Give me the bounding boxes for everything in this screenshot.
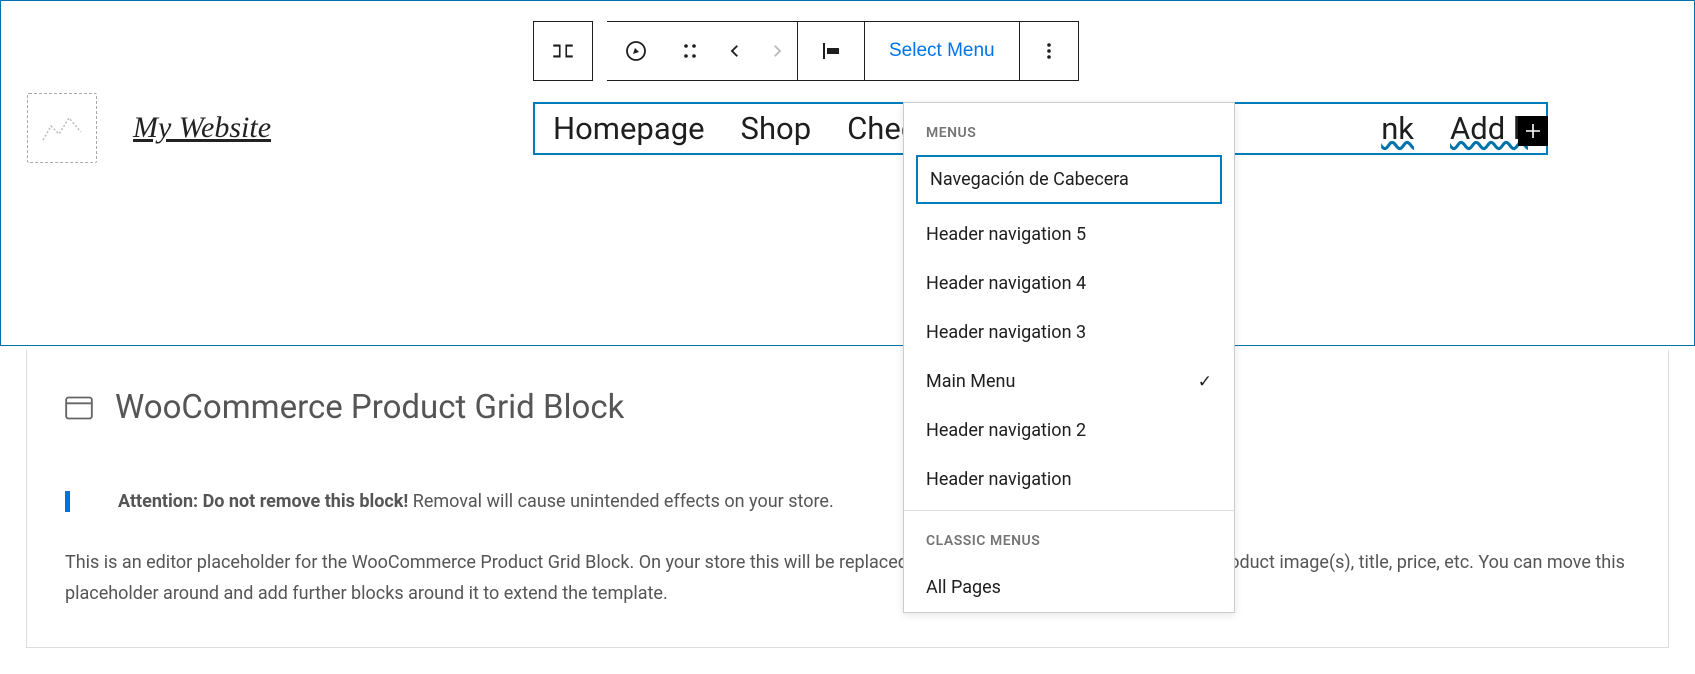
block-card-icon — [65, 396, 93, 420]
content-section: WooCommerce Product Grid Block Attention… — [26, 350, 1669, 648]
toolbar-group-nav — [607, 21, 798, 81]
menu-option[interactable]: Header navigation — [904, 455, 1234, 504]
menu-option-label: Header navigation — [926, 469, 1072, 490]
compass-button[interactable] — [607, 22, 665, 80]
attention-strong: Attention: Do not remove this block! — [118, 491, 408, 512]
drag-handle-button[interactable] — [665, 22, 713, 80]
menu-dropdown: MENUS Navegación de Cabecera Header navi… — [903, 102, 1235, 613]
logo-placeholder[interactable] — [27, 93, 97, 163]
menu-option-label: Header navigation 2 — [926, 420, 1086, 441]
menu-option-label: Header navigation 4 — [926, 273, 1086, 294]
attention-notice: Attention: Do not remove this block! Rem… — [65, 491, 1630, 512]
menu-option[interactable]: Header navigation 2 — [904, 406, 1234, 455]
toolbar-group-parent — [533, 21, 593, 81]
block-toolbar: Select Menu — [533, 21, 1079, 81]
menu-option[interactable]: Navegación de Cabecera — [916, 155, 1222, 204]
logo-title-row: My Website — [27, 93, 271, 163]
dropdown-heading-menus: MENUS — [904, 103, 1234, 155]
compass-icon — [624, 39, 648, 63]
toolbar-group-more — [1020, 21, 1079, 81]
attention-text: Removal will cause unintended effects on… — [408, 491, 833, 512]
menu-option[interactable]: All Pages — [904, 563, 1234, 612]
move-right-button[interactable] — [755, 22, 797, 80]
move-left-button[interactable] — [713, 22, 755, 80]
chevron-left-icon — [726, 42, 744, 60]
more-vertical-icon — [1039, 41, 1059, 61]
nav-item-link[interactable]: nk — [1363, 110, 1432, 147]
menu-option[interactable]: Header navigation 5 — [904, 210, 1234, 259]
select-menu-button[interactable]: Select Menu — [865, 22, 1019, 80]
placeholder-text: This is an editor placeholder for the Wo… — [65, 548, 1630, 609]
more-options-button[interactable] — [1020, 22, 1078, 80]
add-block-button[interactable] — [1518, 116, 1548, 146]
menu-option[interactable]: Main Menu ✓ — [904, 357, 1234, 406]
align-left-icon — [819, 39, 843, 63]
menu-option-label: Navegación de Cabecera — [930, 169, 1129, 190]
nav-item-shop[interactable]: Shop — [723, 110, 830, 147]
toolbar-group-select-menu: Select Menu — [865, 21, 1020, 81]
nav-item-homepage[interactable]: Homepage — [535, 110, 723, 147]
block-title: WooCommerce Product Grid Block — [115, 388, 624, 427]
dropdown-heading-classic: CLASSIC MENUS — [904, 511, 1234, 563]
menu-option-label: Main Menu — [926, 371, 1015, 392]
check-icon: ✓ — [1198, 372, 1212, 392]
header-section: My Website — [0, 0, 1695, 346]
select-parent-button[interactable] — [534, 22, 592, 80]
align-button[interactable] — [798, 22, 864, 80]
chevron-right-icon — [768, 42, 786, 60]
image-placeholder-icon — [41, 112, 83, 144]
site-title[interactable]: My Website — [133, 111, 271, 145]
plus-icon — [1523, 121, 1543, 141]
block-title-row: WooCommerce Product Grid Block — [65, 388, 1630, 427]
menu-option[interactable]: Header navigation 4 — [904, 259, 1234, 308]
drag-icon — [680, 41, 700, 61]
menu-option-label: Header navigation 3 — [926, 322, 1086, 343]
menu-option[interactable]: Header navigation 3 — [904, 308, 1234, 357]
navigation-block-icon — [550, 38, 576, 64]
menu-option-label: Header navigation 5 — [926, 224, 1086, 245]
toolbar-group-align — [798, 21, 865, 81]
menu-option-label: All Pages — [926, 577, 1001, 598]
